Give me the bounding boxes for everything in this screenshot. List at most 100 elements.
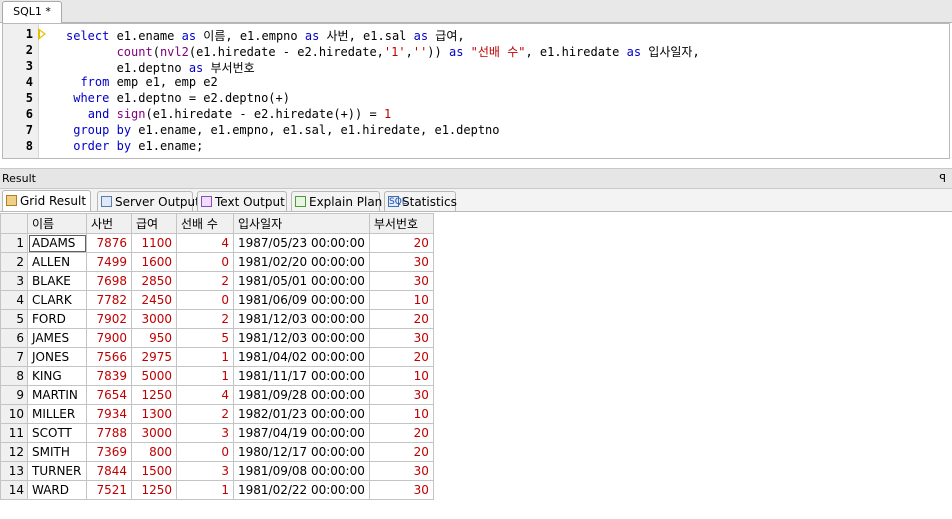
row-number[interactable]: 4 [0, 290, 28, 310]
grid-cell[interactable]: 1600 [131, 252, 177, 272]
grid-cell[interactable]: 30 [368, 252, 434, 272]
grid-cell[interactable]: 0 [176, 252, 234, 272]
table-row[interactable]: 7 JONES 7566 2975 1 1981/04/02 00:00:00 20 [0, 347, 434, 367]
grid-cell[interactable]: TURNER [27, 461, 87, 481]
grid-cell[interactable]: 20 [368, 423, 434, 443]
tab-server-output[interactable]: Server Output [97, 191, 200, 211]
grid-cell[interactable]: 1 [176, 480, 234, 500]
grid-cell[interactable]: 3 [176, 423, 234, 443]
grid-cell[interactable]: 1981/09/08 00:00:00 [233, 461, 370, 481]
table-row[interactable]: 2 ALLEN 7499 1600 0 1981/02/20 00:00:00 30 [0, 252, 434, 272]
grid-cell[interactable]: 950 [131, 328, 177, 348]
row-number[interactable]: 13 [0, 461, 28, 481]
grid-cell[interactable]: 10 [368, 404, 434, 424]
grid-cell[interactable]: 3 [176, 461, 234, 481]
grid-cell[interactable]: ALLEN [27, 252, 87, 272]
grid-cell[interactable]: 30 [368, 480, 434, 500]
grid-cell[interactable]: 1987/05/23 00:00:00 [233, 233, 370, 253]
grid-cell[interactable]: 4 [176, 233, 234, 253]
grid-cell[interactable]: CLARK [27, 290, 87, 310]
grid-cell[interactable]: 20 [368, 309, 434, 329]
row-number[interactable]: 14 [0, 480, 28, 500]
tab-grid-result[interactable]: Grid Result [2, 190, 91, 211]
grid-cell[interactable]: 1 [176, 347, 234, 367]
grid-cell[interactable]: 1981/09/28 00:00:00 [233, 385, 370, 405]
grid-cell[interactable]: SMITH [27, 442, 87, 462]
grid-cell[interactable]: 2975 [131, 347, 177, 367]
grid-cell[interactable]: 1981/05/01 00:00:00 [233, 271, 370, 291]
row-number[interactable]: 9 [0, 385, 28, 405]
grid-cell[interactable]: 1981/11/17 00:00:00 [233, 366, 370, 386]
tab-text-output[interactable]: Text Output [197, 191, 287, 211]
grid-cell[interactable]: 3000 [131, 423, 177, 443]
grid-cell[interactable]: 7499 [86, 252, 132, 272]
grid-cell[interactable]: JONES [27, 347, 87, 367]
grid-cell[interactable]: 1981/12/03 00:00:00 [233, 309, 370, 329]
row-number[interactable]: 8 [0, 366, 28, 386]
grid-cell[interactable]: 10 [368, 290, 434, 310]
grid-cell[interactable]: 20 [368, 442, 434, 462]
tab-sql1[interactable]: SQL1 * [2, 1, 62, 23]
grid-cell[interactable]: JAMES [27, 328, 87, 348]
row-number[interactable]: 12 [0, 442, 28, 462]
grid-cell[interactable]: 7369 [86, 442, 132, 462]
grid-cell[interactable]: ADAMS [27, 233, 87, 253]
grid-cell[interactable]: 1300 [131, 404, 177, 424]
grid-cell[interactable]: 7566 [86, 347, 132, 367]
table-row[interactable]: 8 KING 7839 5000 1 1981/11/17 00:00:00 10 [0, 366, 434, 386]
row-number[interactable]: 7 [0, 347, 28, 367]
grid-cell[interactable]: 1250 [131, 480, 177, 500]
grid-cell[interactable]: 800 [131, 442, 177, 462]
row-number[interactable]: 2 [0, 252, 28, 272]
table-row[interactable]: 12 SMITH 7369 800 0 1980/12/17 00:00:00 20 [0, 442, 434, 462]
column-header[interactable]: 선배 수 [176, 213, 234, 234]
grid-cell[interactable]: 3000 [131, 309, 177, 329]
row-number[interactable]: 5 [0, 309, 28, 329]
row-number[interactable]: 6 [0, 328, 28, 348]
grid-cell[interactable]: 2 [176, 309, 234, 329]
grid-cell[interactable]: 1981/06/09 00:00:00 [233, 290, 370, 310]
grid-cell[interactable]: 7654 [86, 385, 132, 405]
grid-cell[interactable]: 7876 [86, 233, 132, 253]
grid-cell[interactable]: 1982/01/23 00:00:00 [233, 404, 370, 424]
grid-cell[interactable]: 20 [368, 233, 434, 253]
grid-cell[interactable]: 5 [176, 328, 234, 348]
grid-cell[interactable]: 30 [368, 328, 434, 348]
grid-cell[interactable]: 1987/04/19 00:00:00 [233, 423, 370, 443]
grid-cell[interactable]: 2 [176, 271, 234, 291]
grid-cell[interactable]: 4 [176, 385, 234, 405]
pin-icon[interactable]: ꟼ [939, 169, 946, 188]
grid-cell[interactable]: 1981/02/20 00:00:00 [233, 252, 370, 272]
grid-cell[interactable]: 1981/02/22 00:00:00 [233, 480, 370, 500]
grid-cell[interactable]: 30 [368, 461, 434, 481]
grid-cell[interactable]: 1980/12/17 00:00:00 [233, 442, 370, 462]
table-row[interactable]: 4 CLARK 7782 2450 0 1981/06/09 00:00:00 10 [0, 290, 434, 310]
table-row[interactable]: 5 FORD 7902 3000 2 1981/12/03 00:00:00 20 [0, 309, 434, 329]
table-row[interactable]: 14 WARD 7521 1250 1 1981/02/22 00:00:00 30 [0, 480, 434, 500]
grid-cell[interactable]: 2450 [131, 290, 177, 310]
table-row[interactable]: 13 TURNER 7844 1500 3 1981/09/08 00:00:00 30 [0, 461, 434, 481]
grid-cell[interactable]: FORD [27, 309, 87, 329]
grid-cell[interactable]: 20 [368, 347, 434, 367]
table-row[interactable]: 9 MARTIN 7654 1250 4 1981/09/28 00:00:00 30 [0, 385, 434, 405]
grid-cell[interactable]: BLAKE [27, 271, 87, 291]
grid-cell[interactable]: MILLER [27, 404, 87, 424]
row-number[interactable]: 3 [0, 271, 28, 291]
row-number[interactable]: 11 [0, 423, 28, 443]
grid-cell[interactable]: 7521 [86, 480, 132, 500]
grid-cell[interactable]: 10 [368, 366, 434, 386]
grid-cell[interactable]: 5000 [131, 366, 177, 386]
grid-cell[interactable]: SCOTT [27, 423, 87, 443]
grid-cell[interactable]: 0 [176, 442, 234, 462]
row-number[interactable]: 1 [0, 233, 28, 253]
tab-statistics[interactable]: SQL Statistics [384, 191, 457, 211]
row-number[interactable]: 10 [0, 404, 28, 424]
grid-cell[interactable]: 7782 [86, 290, 132, 310]
grid-cell[interactable]: 2850 [131, 271, 177, 291]
grid-cell[interactable]: 7844 [86, 461, 132, 481]
grid-cell[interactable]: 7900 [86, 328, 132, 348]
table-row[interactable]: 6 JAMES 7900 950 5 1981/12/03 00:00:00 30 [0, 328, 434, 348]
grid-cell[interactable]: 1100 [131, 233, 177, 253]
grid-corner[interactable] [0, 213, 28, 234]
table-row[interactable]: 3 BLAKE 7698 2850 2 1981/05/01 00:00:00 30 [0, 271, 434, 291]
